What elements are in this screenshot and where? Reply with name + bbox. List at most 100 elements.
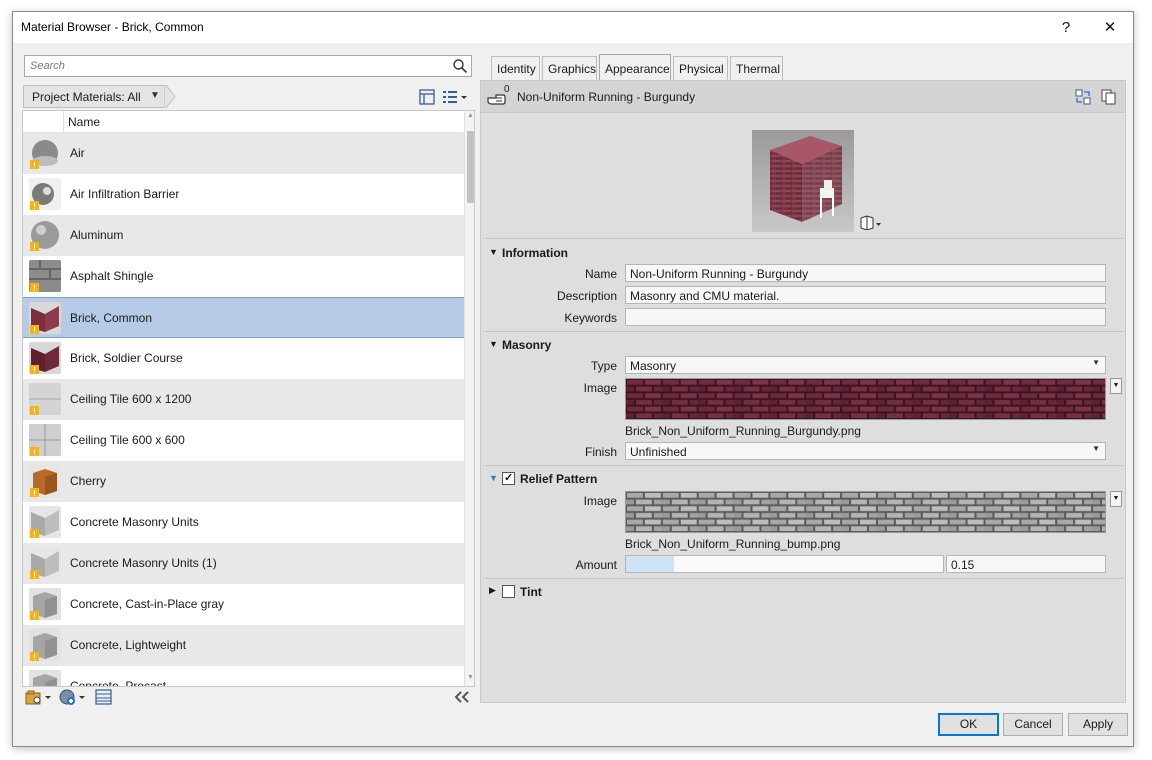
tab-physical[interactable]: Physical [673, 56, 728, 80]
warning-icon [30, 529, 39, 538]
material-name: Concrete, Precast [70, 679, 167, 687]
relief-pattern-checkbox[interactable]: ✓ [502, 472, 515, 485]
search-icon[interactable] [452, 58, 468, 74]
material-row[interactable]: Aluminum [23, 215, 464, 256]
replace-asset-icon[interactable] [1075, 89, 1091, 105]
section-divider [485, 465, 1123, 466]
material-name: Aluminum [70, 228, 124, 242]
preview-options-icon[interactable] [859, 214, 883, 230]
amount-value: 0.15 [951, 558, 975, 572]
amount-label: Amount [575, 558, 617, 572]
cancel-button[interactable]: Cancel [1003, 713, 1063, 736]
material-name: Air [70, 146, 85, 160]
warning-icon [30, 488, 39, 497]
warning-icon [30, 365, 39, 374]
material-name: Brick, Soldier Course [70, 351, 183, 365]
amount-slider[interactable] [625, 555, 944, 573]
masonry-image-label: Image [583, 381, 617, 395]
material-name: Ceiling Tile 600 x 1200 [70, 392, 192, 406]
masonry-image-menu-button[interactable]: ▼ [1110, 378, 1122, 394]
masonry-image-swatch[interactable] [625, 378, 1106, 420]
breadcrumb-arrow-icon [164, 85, 176, 108]
tab-thermal[interactable]: Thermal [730, 56, 783, 80]
tab-graphics[interactable]: Graphics [542, 56, 597, 80]
material-name: Asphalt Shingle [70, 269, 154, 283]
section-divider [485, 578, 1123, 579]
project-materials-filter[interactable]: Project Materials: All ▼ [23, 85, 165, 108]
warning-icon [30, 325, 39, 334]
list-header: Name [23, 111, 463, 133]
material-name: Concrete, Lightweight [70, 638, 187, 652]
list-scrollbar[interactable]: ▲ ▼ [464, 111, 474, 686]
material-row[interactable]: Brick, Common [23, 297, 464, 338]
material-row[interactable]: Ceiling Tile 600 x 1200 [23, 379, 464, 420]
material-row[interactable]: Asphalt Shingle [23, 256, 464, 297]
tint-section-title[interactable]: Tint [520, 585, 542, 599]
section-divider [485, 238, 1123, 239]
tint-checkbox[interactable] [502, 585, 515, 598]
material-row[interactable]: Concrete Masonry Units [23, 502, 464, 543]
expanded-triangle-icon[interactable]: ▼ [489, 473, 498, 483]
material-row[interactable]: Cherry [23, 461, 464, 502]
expanded-triangle-icon[interactable]: ▼ [489, 339, 498, 349]
type-value: Masonry [630, 359, 677, 373]
warning-icon [30, 201, 39, 210]
material-name: Concrete Masonry Units (1) [70, 556, 217, 570]
material-name: Ceiling Tile 600 x 600 [70, 433, 185, 447]
tab-identity[interactable]: Identity [491, 56, 540, 80]
warning-icon [30, 570, 39, 579]
tab-appearance[interactable]: Appearance [599, 54, 671, 81]
material-row[interactable]: Concrete Masonry Units (1) [23, 543, 464, 584]
column-separator [63, 111, 64, 133]
relief-image-menu-button[interactable]: ▼ [1110, 491, 1122, 507]
duplicate-asset-icon[interactable] [1101, 89, 1117, 105]
asset-user-count: 0 [504, 84, 510, 95]
type-select[interactable]: Masonry ▼ [625, 356, 1106, 374]
material-name: Brick, Common [70, 311, 153, 325]
relief-image-filename[interactable]: Brick_Non_Uniform_Running_bump.png [625, 537, 840, 551]
search-input[interactable]: Search [24, 55, 472, 77]
chevron-down-icon: ▼ [1092, 358, 1100, 367]
apply-button[interactable]: Apply [1068, 713, 1128, 736]
title-bar: Material Browser - Brick, Common ? ✕ [13, 12, 1133, 43]
asset-name-field[interactable]: Non-Uniform Running - Burgundy [625, 264, 1106, 282]
ok-button[interactable]: OK [938, 713, 999, 736]
material-row[interactable]: Air Infiltration Barrier [23, 174, 464, 215]
material-row[interactable]: Brick, Soldier Course [23, 338, 464, 379]
help-button[interactable]: ? [1049, 16, 1083, 40]
masonry-section-title[interactable]: Masonry [502, 338, 551, 352]
relief-pattern-section-title[interactable]: Relief Pattern [520, 472, 597, 486]
material-row[interactable]: Concrete, Cast-in-Place gray [23, 584, 464, 625]
library-menu-icon[interactable] [25, 689, 53, 705]
scroll-down-icon[interactable]: ▼ [466, 674, 474, 684]
finish-value: Unfinished [630, 445, 687, 459]
material-row[interactable]: Concrete, Lightweight [23, 625, 464, 666]
material-row[interactable]: Concrete, Precast [23, 666, 464, 687]
window-title: Material Browser - Brick, Common [21, 20, 204, 34]
finish-select[interactable]: Unfinished ▼ [625, 442, 1106, 460]
scroll-up-icon[interactable]: ▲ [466, 112, 474, 122]
keywords-field[interactable] [625, 308, 1106, 326]
amount-field[interactable]: 0.15 [946, 555, 1106, 573]
create-material-icon[interactable] [59, 689, 87, 705]
information-section-title[interactable]: Information [502, 246, 568, 260]
search-placeholder: Search [30, 60, 65, 72]
description-field[interactable]: Masonry and CMU material. [625, 286, 1106, 304]
close-button[interactable]: ✕ [1093, 16, 1127, 40]
masonry-image-filename[interactable]: Brick_Non_Uniform_Running_Burgundy.png [625, 424, 861, 438]
asset-name: Non-Uniform Running - Burgundy [517, 90, 696, 104]
keywords-label: Keywords [564, 311, 617, 325]
collapsed-triangle-icon[interactable]: ▶ [489, 585, 496, 596]
relief-image-swatch[interactable] [625, 491, 1106, 533]
material-row[interactable]: Ceiling Tile 600 x 600 [23, 420, 464, 461]
asset-browser-icon[interactable] [95, 689, 113, 705]
asset-header: 0 Non-Uniform Running - Burgundy [481, 81, 1125, 113]
panel-layout-icon[interactable] [419, 89, 435, 105]
expanded-triangle-icon[interactable]: ▼ [489, 247, 498, 257]
name-column-header[interactable]: Name [68, 115, 100, 129]
material-row[interactable]: Air [23, 133, 464, 174]
list-view-icon[interactable] [442, 89, 468, 105]
collapse-panel-icon[interactable] [453, 689, 471, 705]
description-label: Description [556, 289, 617, 303]
scroll-thumb[interactable] [467, 131, 474, 203]
